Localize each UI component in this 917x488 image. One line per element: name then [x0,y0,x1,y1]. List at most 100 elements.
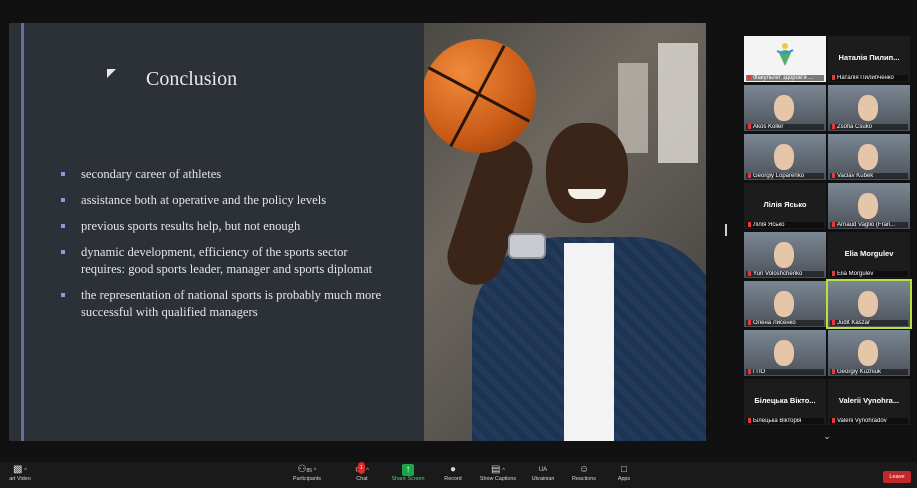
participant-tile[interactable]: Vaclav Kubek [828,134,910,180]
participant-tile[interactable]: Valerii Vynohra... Valerii Vynohradov [828,379,910,425]
chat-button[interactable]: ▭1 ^ Chat [348,462,376,488]
participant-video-feed [774,340,794,366]
globe-icon: UA [538,467,548,473]
bullet-square-icon [61,250,65,254]
participant-display-name: Valerii Vynohra... [838,396,900,405]
apps-icon: □ [620,464,628,475]
bullet-square-icon [61,293,65,297]
participant-tile[interactable]: Georgiy Kuzniuk [828,330,910,376]
start-video-button[interactable]: ▩ ^ art Video [4,464,36,488]
participant-video-feed [774,95,794,121]
slide-title: Conclusion [146,68,238,90]
participant-name-label: Georgiy Kuzniuk [830,368,908,375]
participant-video-feed [774,291,794,317]
mic-muted-icon [748,172,751,178]
record-button[interactable]: ● Record [440,464,466,488]
participant-video-feed [858,95,878,121]
basketball [424,39,536,153]
player-shirt [564,243,614,441]
participant-name-label: Наталія Пилипченко [830,74,908,81]
participant-name-label: Yuri Voloshchenko [746,270,824,277]
slide-photo-basketball-player [424,23,706,441]
participant-name-label: Akos Koller [746,123,824,130]
participants-button[interactable]: ⚇85 ^ Participants [286,464,328,488]
participant-name-label: Zsofia Csuko [830,123,908,130]
participant-video-feed [858,144,878,170]
participant-video-feed [858,291,878,317]
participant-name-label: Vaclav Kubek [830,172,908,179]
apps-button[interactable]: □ Apps [612,464,636,488]
participant-tile[interactable]: Yuri Voloshchenko [744,232,826,278]
participant-video-feed [774,242,794,268]
captions-icon: ▤ ^ [491,464,505,475]
chat-unread-badge: 1 [358,462,365,474]
mic-muted-icon [748,74,751,80]
participant-display-name: Лілія Ясько [763,200,807,209]
mic-muted-icon [832,417,835,423]
mic-muted-icon [832,221,835,227]
bullet-item: the representation of national sports is… [61,287,391,321]
leave-button[interactable]: Leave [883,471,911,483]
participant-tile[interactable]: Akos Koller [744,85,826,131]
bullet-item: dynamic development, efficiency of the s… [61,244,391,278]
participant-video-feed [858,193,878,219]
participant-video-feed [858,340,878,366]
mic-muted-icon [748,123,751,129]
mic-muted-icon [748,221,751,227]
language-interpretation-button[interactable]: UA Ukrainian [528,464,558,488]
participant-name-label: Лілія Ясько [746,221,824,228]
mic-muted-icon [832,368,835,374]
mic-muted-icon [748,417,751,423]
participant-name-label: Факультет здоров'я ... [746,74,824,81]
participant-tile[interactable]: Judit Kaszar [826,279,912,329]
show-captions-button[interactable]: ▤ ^ Show Captions [476,464,520,488]
title-triangle-icon [107,69,116,78]
wristwatch [508,233,546,259]
participant-display-name: Elia Morgulev [844,249,894,258]
participant-tile[interactable]: Лілія Ясько Лілія Ясько [744,183,826,229]
participant-display-name: Наталія Пилип... [838,53,900,62]
participant-tile[interactable]: Білецька Вікто... Білецька Вікторія [744,379,826,425]
mic-muted-icon [748,319,751,325]
participant-tile[interactable]: ГПО [744,330,826,376]
faculty-logo-icon [776,41,794,67]
bullet-item: previous sports results help, but not en… [61,218,391,235]
participant-tile[interactable]: Олена Лисенко [744,281,826,327]
gallery-scroll-down-icon[interactable]: ⌄ [820,431,834,441]
share-screen-button[interactable]: ↑ Share Screen [390,464,426,488]
mic-muted-icon [832,123,835,129]
mic-muted-icon [832,270,835,276]
mic-muted-icon [832,172,835,178]
slide-bullet-list: secondary career of athletes assistance … [61,166,391,330]
participant-tile[interactable]: Arnaud Vaglio (Fran... [828,183,910,229]
share-screen-icon: ↑ [402,464,414,476]
participant-name-label: Judit Kaszar [830,319,908,326]
background-shelf [618,63,648,153]
background-shelf [658,43,698,163]
participant-tile[interactable]: Elia Morgulev Elia Morgulev [828,232,910,278]
participant-gallery: Факультет здоров'я ... Наталія Пилип... На… [740,36,916,446]
panel-resize-handle[interactable] [725,224,727,236]
mic-muted-icon [832,74,835,80]
shared-slide: Conclusion secondary career of athletes … [9,23,706,441]
bullet-square-icon [61,198,65,202]
bullet-item: assistance both at operative and the pol… [61,192,391,209]
record-icon: ● [449,464,457,475]
player-head [546,123,628,223]
participant-tile[interactable]: Zsofia Csuko [828,85,910,131]
slide-text-panel: Conclusion secondary career of athletes … [9,23,424,441]
participant-name-label: Олена Лисенко [746,319,824,326]
participant-display-name: Білецька Вікто... [754,396,816,405]
mic-muted-icon [748,270,751,276]
participant-name-label: Білецька Вікторія [746,417,824,424]
mic-muted-icon [748,368,751,374]
participant-tile[interactable]: Факультет здоров'я ... [744,36,826,82]
mic-muted-icon [832,319,835,325]
participant-tile[interactable]: Georgiy Loparenko [744,134,826,180]
chat-icon: ▭1 ^ [348,462,376,476]
participant-name-label: Arnaud Vaglio (Fran... [830,221,908,228]
bullet-square-icon [61,172,65,176]
participant-tile[interactable]: Наталія Пилип... Наталія Пилипченко [828,36,910,82]
slide-accent-bar [21,23,24,441]
reactions-button[interactable]: ☺ Reactions [568,464,600,488]
